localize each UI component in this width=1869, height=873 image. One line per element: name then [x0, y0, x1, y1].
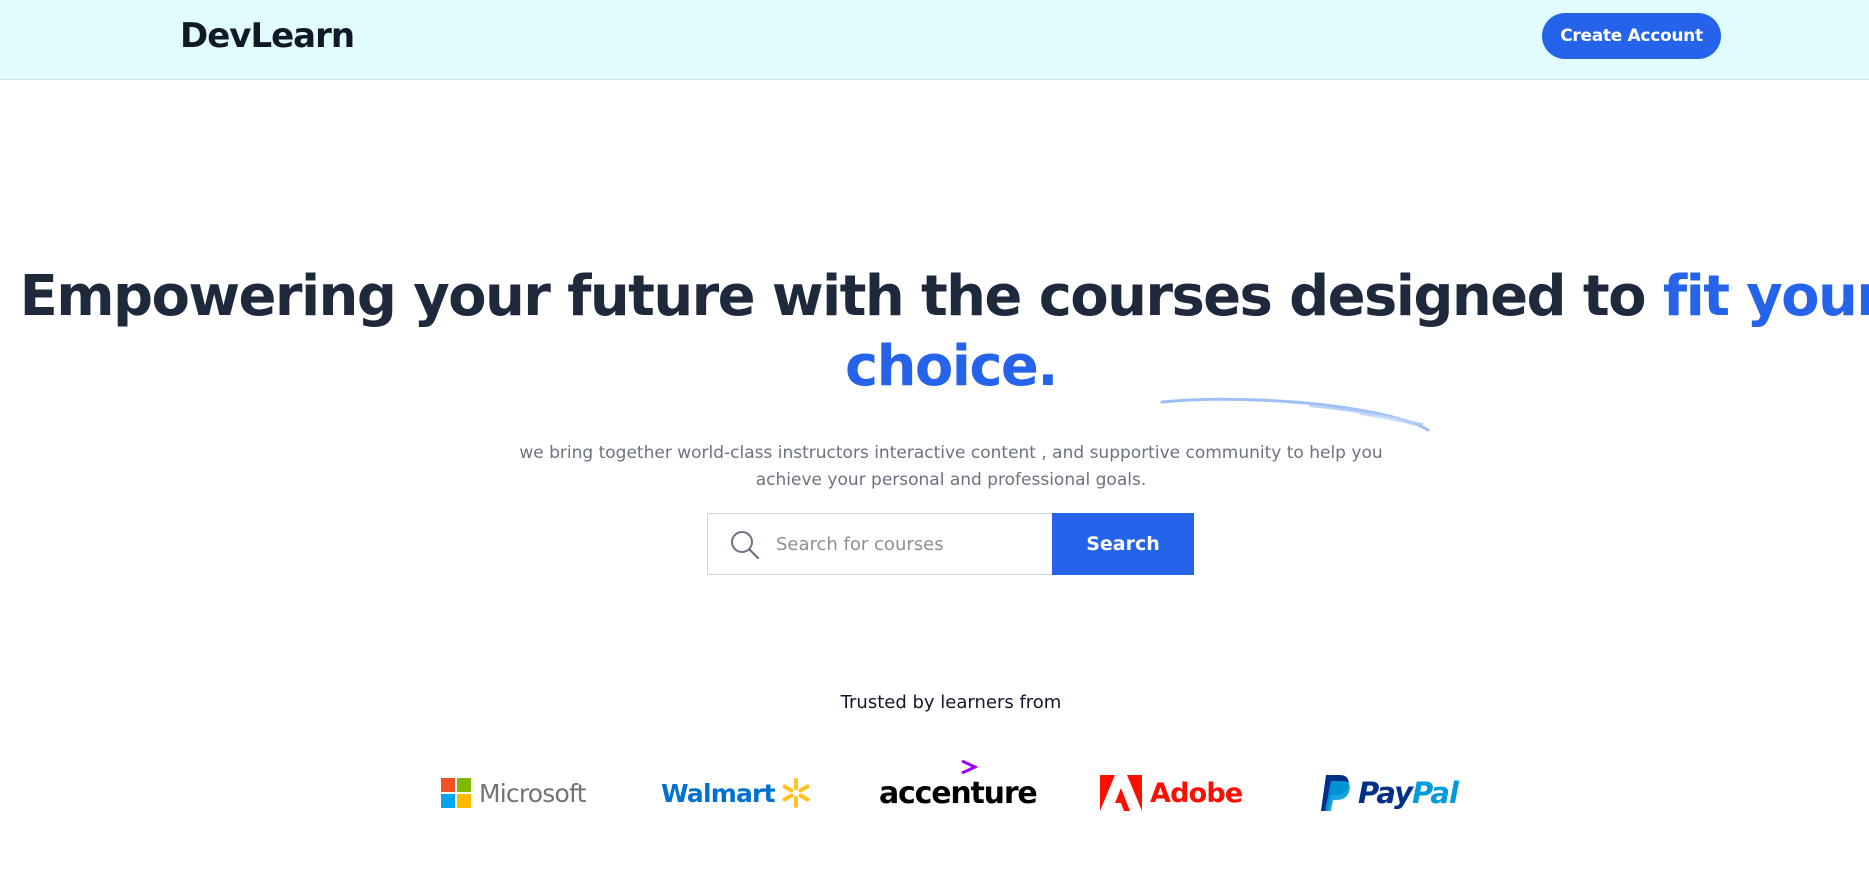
search-input[interactable] — [776, 514, 1046, 574]
accenture-logo: accenture — [879, 759, 1038, 818]
hero-subtitle: we bring together world-class instructor… — [500, 440, 1402, 494]
walmart-spark-icon — [782, 778, 810, 808]
microsoft-logo: Microsoft — [441, 768, 586, 818]
hero-title: Empowering your future with the courses … — [0, 262, 1869, 402]
paypal-wordmark: PayPal — [1358, 776, 1459, 810]
course-search-box — [707, 513, 1053, 575]
microsoft-wordmark: Microsoft — [479, 778, 586, 808]
accenture-chevron-icon — [961, 759, 978, 774]
walmart-logo: Walmart — [661, 768, 812, 818]
adobe-a-icon — [1100, 775, 1142, 811]
trusted-heading: Trusted by learners from — [840, 692, 1062, 713]
adobe-wordmark: Adobe — [1150, 777, 1243, 809]
microsoft-windows-icon — [441, 778, 471, 808]
hero-subtitle-line-1: we bring together world-class instructor… — [519, 443, 1383, 463]
adobe-logo: Adobe — [1100, 768, 1243, 818]
paypal-p-icon — [1321, 775, 1350, 811]
walmart-wordmark: Walmart — [661, 778, 776, 808]
accenture-wordmark: accenture — [879, 775, 1038, 811]
hero-title-main: Empowering your future with the courses … — [19, 264, 1663, 329]
top-navbar: DevLearn Create Account — [0, 0, 1869, 80]
paypal-logo: PayPal — [1320, 768, 1459, 818]
search-button[interactable]: Search — [1052, 513, 1194, 575]
hand-drawn-underline-icon — [1160, 397, 1430, 432]
brand-logo[interactable]: DevLearn — [180, 16, 355, 56]
create-account-button[interactable]: Create Account — [1542, 13, 1721, 59]
hero-subtitle-line-2: achieve your personal and professional g… — [755, 470, 1147, 490]
search-icon — [731, 531, 760, 560]
